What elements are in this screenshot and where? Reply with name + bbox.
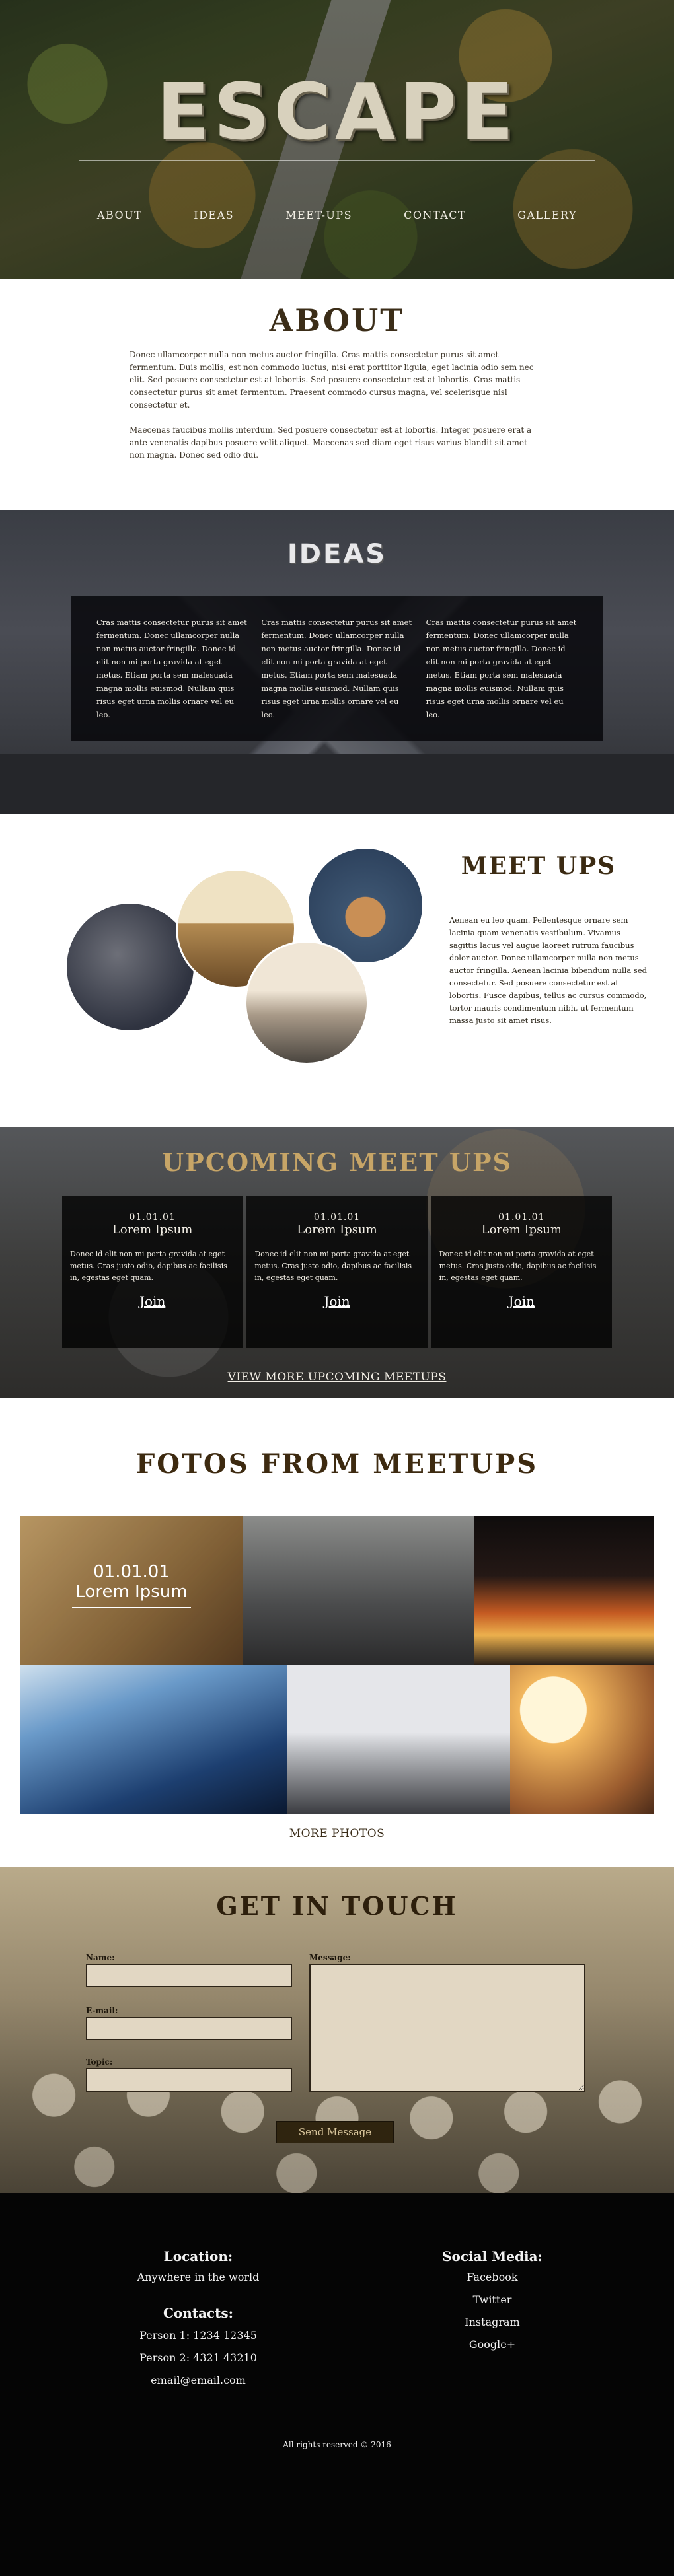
- meetups-section: MEET UPS Aenean eu leo quam. Pellentesqu…: [0, 814, 674, 1127]
- gallery-photo[interactable]: [510, 1665, 654, 1814]
- email-label: E-mail:: [86, 2006, 118, 2015]
- social-heading: Social Media:: [442, 2248, 543, 2264]
- gallery-photo[interactable]: [20, 1665, 287, 1814]
- nav-contact[interactable]: CONTACT: [404, 209, 466, 221]
- meetup-date: 01.01.01: [498, 1212, 545, 1223]
- send-message-button[interactable]: Send Message: [276, 2121, 394, 2143]
- meetup-card: 01.01.01 Lorem Ipsum Donec id elit non m…: [246, 1196, 428, 1348]
- meetup-card: 01.01.01 Lorem Ipsum Donec id elit non m…: [431, 1196, 612, 1348]
- ideas-column: Cras mattis consectetur purus sit amet f…: [426, 618, 577, 719]
- meetup-date: 01.01.01: [129, 1212, 176, 1223]
- upcoming-title: UPCOMING MEET UPS: [162, 1147, 512, 1177]
- couple-photo: [244, 941, 369, 1065]
- join-link[interactable]: Join: [439, 1293, 604, 1309]
- meetups-text: Aenean eu leo quam. Pellentesque ornare …: [449, 915, 647, 1025]
- ideas-title: IDEAS: [287, 539, 387, 569]
- join-link[interactable]: Join: [70, 1293, 235, 1309]
- message-label: Message:: [309, 1953, 351, 1962]
- nav-ideas[interactable]: IDEAS: [194, 209, 234, 221]
- meetup-card: 01.01.01 Lorem Ipsum Donec id elit non m…: [62, 1196, 243, 1348]
- upcoming-section: UPCOMING MEET UPS 01.01.01 Lorem Ipsum D…: [0, 1127, 674, 1398]
- about-paragraph: Donec ullamcorper nulla non metus auctor…: [130, 350, 534, 410]
- footer: Location: Anywhere in the world Contacts…: [0, 2193, 674, 2576]
- caption-divider: [72, 1607, 191, 1608]
- gallery-photo[interactable]: [287, 1665, 510, 1814]
- contact-person-1: Person 1: 1234 12345: [139, 2329, 257, 2342]
- photos-section: FOTOS FROM MEETUPS 01.01.01 Lorem Ipsum …: [0, 1398, 674, 1867]
- google-plus-link[interactable]: Google+: [410, 2338, 575, 2351]
- contact-person-2: Person 2: 4321 43210: [139, 2351, 257, 2364]
- instagram-link[interactable]: Instagram: [410, 2316, 575, 2328]
- meetup-description: Donec id elit non mi porta gravida at eg…: [70, 1250, 227, 1282]
- upcoming-cards: 01.01.01 Lorem Ipsum Donec id elit non m…: [62, 1196, 612, 1348]
- featured-photo[interactable]: 01.01.01 Lorem Ipsum: [20, 1516, 243, 1665]
- ideas-column: Cras mattis consectetur purus sit amet f…: [261, 618, 412, 719]
- view-more-meetups-link[interactable]: VIEW MORE UPCOMING MEETUPS: [0, 1371, 674, 1384]
- meetup-name: Lorem Ipsum: [297, 1223, 377, 1236]
- copyright: All rights reserved © 2016: [283, 2440, 391, 2449]
- name-label: Name:: [86, 1953, 115, 1962]
- ideas-section: IDEAS Cras mattis consectetur purus sit …: [0, 510, 674, 814]
- featured-caption: 01.01.01 Lorem Ipsum: [20, 1562, 243, 1608]
- featured-date: 01.01.01: [93, 1562, 170, 1582]
- email-field[interactable]: [86, 2017, 292, 2040]
- about-section: ABOUT Donec ullamcorper nulla non metus …: [0, 279, 674, 510]
- photos-title: FOTOS FROM MEETUPS: [135, 1449, 539, 1480]
- about-title: ABOUT: [269, 303, 405, 338]
- meetup-description: Donec id elit non mi porta gravida at eg…: [254, 1250, 412, 1282]
- meetup-name: Lorem Ipsum: [481, 1223, 562, 1236]
- gallery-photo[interactable]: [243, 1516, 474, 1665]
- about-text: Donec ullamcorper nulla non metus auctor…: [130, 349, 543, 474]
- contact-section: GET IN TOUCH Name: E-mail: Topic: Messag…: [0, 1867, 674, 2193]
- hero-banner: ESCAPE ABOUT IDEAS MEET-UPS CONTACT GALL…: [0, 0, 674, 279]
- featured-name: Lorem Ipsum: [75, 1582, 188, 1602]
- contact-title: GET IN TOUCH: [216, 1891, 458, 1921]
- nav-about[interactable]: ABOUT: [97, 209, 142, 221]
- nav-gallery[interactable]: GALLERY: [517, 209, 577, 221]
- name-field[interactable]: [86, 1964, 292, 1987]
- topic-field[interactable]: [86, 2068, 292, 2092]
- contacts-heading: Contacts:: [163, 2305, 234, 2321]
- divider: [79, 160, 595, 161]
- nav-meetups[interactable]: MEET-UPS: [285, 209, 352, 221]
- topic-label: Topic:: [86, 2057, 113, 2067]
- contact-email-link[interactable]: email@email.com: [106, 2374, 291, 2386]
- message-field[interactable]: [309, 1964, 585, 2092]
- meetup-date: 01.01.01: [313, 1212, 361, 1223]
- join-link[interactable]: Join: [254, 1293, 419, 1309]
- about-paragraph: Maecenas faucibus mollis interdum. Sed p…: [130, 425, 532, 460]
- ideas-column: Cras mattis consectetur purus sit amet f…: [96, 618, 247, 719]
- more-photos-link[interactable]: MORE PHOTOS: [0, 1827, 674, 1840]
- location-heading: Location:: [163, 2248, 233, 2264]
- ideas-box: Cras mattis consectetur purus sit amet f…: [71, 596, 603, 741]
- facebook-link[interactable]: Facebook: [410, 2271, 575, 2283]
- meetup-description: Donec id elit non mi porta gravida at eg…: [439, 1250, 597, 1282]
- gallery-photo[interactable]: [474, 1516, 654, 1665]
- twitter-link[interactable]: Twitter: [410, 2293, 575, 2306]
- meetups-title: MEET UPS: [461, 852, 617, 880]
- location-value: Anywhere in the world: [137, 2271, 260, 2283]
- main-nav: ABOUT IDEAS MEET-UPS CONTACT GALLERY: [0, 209, 674, 221]
- site-title: ESCAPE: [156, 66, 518, 157]
- meetup-name: Lorem Ipsum: [112, 1223, 193, 1236]
